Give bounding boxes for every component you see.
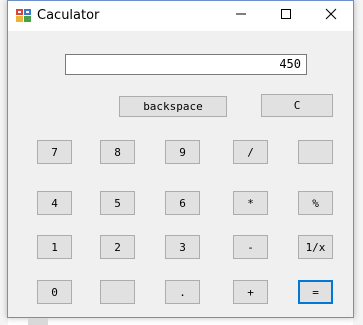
calculator-window: Caculator 450 backspace C 7 8 9 / 4 5 6 …: [7, 0, 354, 318]
title-bar[interactable]: Caculator: [8, 1, 353, 31]
add-button[interactable]: +: [233, 280, 268, 304]
maximize-icon: [280, 7, 292, 25]
digit-7-button[interactable]: 7: [37, 140, 72, 164]
minimize-icon: [235, 7, 247, 25]
blank-button-row1[interactable]: [298, 140, 333, 164]
reciprocal-button[interactable]: 1/x: [298, 235, 333, 259]
digit-5-button[interactable]: 5: [100, 191, 135, 215]
digit-3-button[interactable]: 3: [165, 235, 200, 259]
blank-button-row4[interactable]: [100, 280, 135, 304]
background-right: [353, 0, 363, 325]
close-button[interactable]: [309, 1, 353, 31]
digit-2-button[interactable]: 2: [100, 235, 135, 259]
digit-6-button[interactable]: 6: [165, 191, 200, 215]
window-title: Caculator: [37, 8, 100, 23]
subtract-button[interactable]: -: [233, 235, 268, 259]
decimal-button[interactable]: .: [165, 280, 200, 304]
multiply-button[interactable]: *: [233, 191, 268, 215]
equals-button[interactable]: =: [298, 280, 333, 304]
digit-8-button[interactable]: 8: [100, 140, 135, 164]
close-icon: [325, 7, 337, 25]
digit-0-button[interactable]: 0: [37, 280, 72, 304]
digit-9-button[interactable]: 9: [165, 140, 200, 164]
background-window-edge: [28, 318, 48, 325]
clear-button[interactable]: C: [261, 94, 333, 117]
result-display[interactable]: 450: [65, 54, 307, 75]
percent-button[interactable]: %: [298, 191, 333, 215]
digit-4-button[interactable]: 4: [37, 191, 72, 215]
minimize-button[interactable]: [219, 1, 263, 31]
digit-1-button[interactable]: 1: [37, 235, 72, 259]
calculator-app-icon: [16, 9, 32, 23]
maximize-button[interactable]: [264, 1, 308, 31]
divide-button[interactable]: /: [233, 140, 268, 164]
backspace-button[interactable]: backspace: [119, 96, 227, 117]
